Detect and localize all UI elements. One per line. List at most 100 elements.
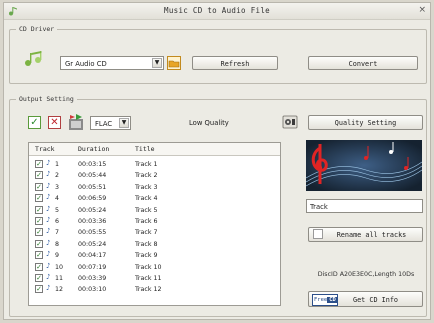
- music-art-icon: [306, 140, 422, 191]
- chevron-down-icon[interactable]: ▼: [119, 118, 129, 128]
- track-list-header: Track Duration Title: [29, 143, 280, 156]
- track-name-value: Track: [310, 203, 328, 211]
- get-cd-info-button[interactable]: Free CD Get CD Info: [308, 291, 423, 307]
- music-note-icon: ♪: [46, 238, 51, 247]
- track-checkbox[interactable]: ✓: [35, 160, 43, 168]
- track-row[interactable]: ✓ ♪ 4 00:06:59 Track 4: [29, 193, 280, 204]
- column-header-track[interactable]: Track: [35, 145, 55, 153]
- track-title: Track 11: [135, 275, 162, 282]
- quality-setting-button[interactable]: Quality Setting: [308, 115, 423, 130]
- track-number: 7: [55, 229, 60, 237]
- output-setting-label: Output Setting: [16, 95, 77, 103]
- track-duration: 00:03:36: [78, 218, 107, 225]
- track-title: Track 3: [135, 183, 158, 191]
- music-note-icon: ♪: [46, 216, 51, 224]
- track-title: Track 2: [135, 172, 158, 180]
- track-duration: 00:06:59: [78, 195, 107, 203]
- track-duration: 00:05:24: [78, 206, 107, 214]
- track-duration: 00:05:51: [78, 183, 107, 191]
- track-row[interactable]: ✓ ♪ 10 00:07:19 Track 10: [29, 262, 280, 273]
- music-note-icon: ♪: [46, 204, 51, 213]
- track-number: 12: [55, 286, 64, 294]
- convert-button[interactable]: Convert: [308, 56, 418, 70]
- track-row[interactable]: ✓ ♪ 5 00:05:24 Track 5: [29, 205, 280, 216]
- track-number: 3: [55, 183, 60, 191]
- refresh-button[interactable]: Refresh: [192, 56, 278, 70]
- track-title: Track 9: [135, 252, 158, 260]
- track-duration: 00:04:17: [78, 252, 107, 260]
- quality-text: Low Quality: [189, 119, 229, 127]
- music-note-icon: ♪: [46, 159, 51, 167]
- column-header-duration[interactable]: Duration: [78, 145, 109, 153]
- quality-settings-icon[interactable]: [282, 114, 298, 130]
- format-value: FLAC: [95, 120, 113, 128]
- music-note-icon: [25, 51, 42, 66]
- track-checkbox[interactable]: ✓: [35, 205, 43, 214]
- cd-drive-select[interactable]: Gr Audio CD ▼: [60, 56, 164, 70]
- track-row[interactable]: ✓ ♪ 12 00:03:10 Track 12: [29, 284, 280, 295]
- main-window: Music CD to Audio File × CD Driver Gr Au…: [3, 2, 431, 320]
- column-header-title[interactable]: Title: [135, 145, 155, 153]
- track-checkbox[interactable]: ✓: [35, 262, 43, 271]
- track-checkbox[interactable]: ✓: [35, 285, 43, 294]
- track-number: 2: [55, 172, 60, 180]
- close-icon[interactable]: ×: [418, 5, 426, 15]
- track-duration: 00:05:55: [78, 229, 107, 237]
- track-checkbox[interactable]: ✓: [35, 182, 43, 191]
- music-note-icon: ♪: [46, 227, 51, 236]
- free-badge-text: Free: [314, 297, 328, 303]
- track-number: 5: [55, 206, 60, 214]
- track-row[interactable]: ✓ ♪ 6 00:03:36 Track 6: [29, 216, 280, 227]
- track-checkbox[interactable]: ✓: [35, 228, 43, 237]
- track-row[interactable]: ✓ ♪ 11 00:03:39 Track 11: [29, 273, 280, 284]
- track-row[interactable]: ✓ ♪ 2 00:05:44 Track 2: [29, 170, 280, 181]
- track-row[interactable]: ✓ ♪ 7 00:05:55 Track 7: [29, 227, 280, 238]
- free-cd-badge: Free CD: [312, 294, 338, 306]
- format-select[interactable]: FLAC ▼: [90, 116, 131, 130]
- track-title: Track 1: [135, 161, 158, 168]
- format-convert-icon: [69, 114, 83, 130]
- window-title: Music CD to Audio File: [164, 6, 270, 15]
- music-note-icon: ♪: [46, 250, 51, 259]
- music-note-icon: ♪: [46, 193, 51, 202]
- disc-info-text: DiscID A20E3E0C,Length 10Ds: [317, 271, 415, 278]
- track-checkbox[interactable]: ✓: [35, 217, 43, 225]
- refresh-button-label: Refresh: [220, 60, 250, 68]
- track-duration: 00:03:10: [78, 286, 107, 294]
- cd-badge-text: CD: [327, 297, 338, 303]
- track-row[interactable]: ✓ ♪ 9 00:04:17 Track 9: [29, 250, 280, 261]
- track-checkbox[interactable]: ✓: [35, 274, 43, 282]
- check-icon[interactable]: ✓: [28, 116, 41, 129]
- quality-setting-button-label: Quality Setting: [334, 119, 397, 127]
- track-row[interactable]: ✓ ♪ 8 00:05:24 Track 8: [29, 239, 280, 250]
- cross-icon[interactable]: ✕: [48, 116, 61, 129]
- get-cd-info-label: Get CD Info: [352, 296, 398, 304]
- track-title: Track 4: [135, 195, 158, 203]
- track-duration: 00:03:15: [78, 161, 107, 168]
- track-number: 6: [55, 218, 60, 225]
- track-list[interactable]: Track Duration Title ✓ ♪ 1 00:03:15 Track 1 ✓…: [28, 142, 281, 306]
- track-number: 10: [55, 263, 64, 271]
- cd-driver-label: CD Driver: [16, 25, 58, 33]
- track-checkbox[interactable]: ✓: [35, 239, 43, 248]
- cd-drive-value: Gr Audio CD: [65, 60, 107, 68]
- track-duration: 00:05:44: [78, 172, 107, 180]
- track-checkbox[interactable]: ✓: [35, 171, 43, 180]
- chevron-down-icon[interactable]: ▼: [152, 58, 162, 68]
- music-note-icon: ♪: [46, 261, 51, 270]
- track-row[interactable]: ✓ ♪ 1 00:03:15 Track 1: [29, 159, 280, 170]
- track-name-field[interactable]: Track: [306, 199, 423, 213]
- title-bar: Music CD to Audio File ×: [4, 3, 430, 20]
- folder-icon[interactable]: [167, 56, 181, 70]
- track-checkbox[interactable]: ✓: [35, 251, 43, 260]
- track-number: 11: [55, 275, 64, 282]
- track-title: Track 5: [135, 206, 158, 214]
- rename-all-tracks-button[interactable]: Rename all tracks: [308, 227, 423, 242]
- album-art: [306, 140, 422, 191]
- track-duration: 00:05:24: [78, 240, 107, 248]
- track-number: 8: [55, 240, 60, 248]
- track-title: Track 6: [135, 218, 158, 225]
- track-row[interactable]: ✓ ♪ 3 00:05:51 Track 3: [29, 182, 280, 193]
- rename-all-tracks-label: Rename all tracks: [336, 231, 407, 239]
- track-checkbox[interactable]: ✓: [35, 194, 43, 203]
